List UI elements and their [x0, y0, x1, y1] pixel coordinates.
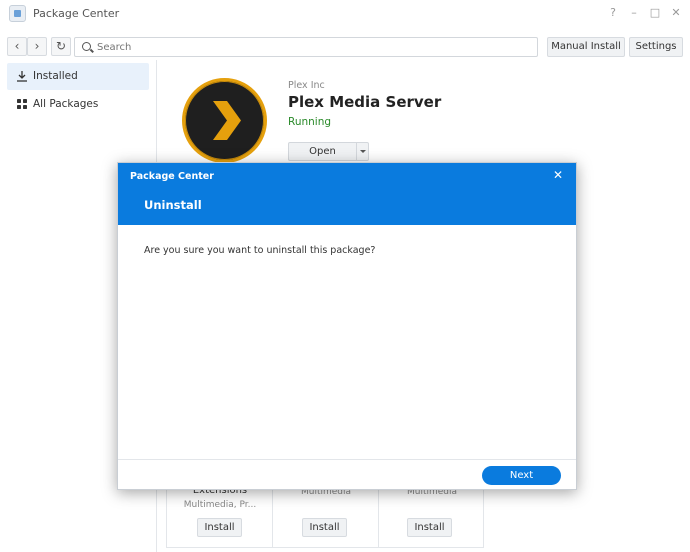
uninstall-dialog: Package Center ✕ Uninstall Are you sure … [117, 162, 577, 490]
plex-chevron-icon [213, 101, 241, 140]
install-button[interactable]: Install [302, 518, 347, 537]
sidebar-item-label: All Packages [33, 98, 99, 110]
window-title: Package Center [33, 7, 120, 20]
dialog-message: Are you sure you want to uninstall this … [144, 245, 376, 256]
sidebar-item-label: Installed [33, 70, 78, 82]
minimize-icon[interactable]: – [627, 6, 641, 20]
package-status: Running [288, 116, 332, 128]
package-cards: Extensions Multimedia, Pr... Install Mul… [166, 480, 484, 548]
plex-logo [182, 78, 267, 163]
open-dropdown-button[interactable] [356, 142, 369, 161]
package-card[interactable]: Extensions Multimedia, Pr... Install [167, 480, 273, 548]
dialog-app-name: Package Center [130, 171, 214, 182]
settings-button[interactable]: Settings [629, 37, 683, 57]
sidebar-item-installed[interactable]: Installed [7, 63, 149, 90]
package-name: Plex Media Server [288, 93, 442, 111]
refresh-button[interactable]: ↻ [51, 37, 71, 56]
card-category: Multimedia, Pr... [183, 500, 257, 510]
open-button[interactable]: Open [288, 142, 357, 161]
toolbar: ‹ › ↻ Manual Install Settings [0, 34, 690, 60]
back-button[interactable]: ‹ [7, 37, 27, 56]
help-icon[interactable]: ? [606, 6, 620, 20]
package-center-app-icon [9, 5, 26, 22]
download-icon [17, 71, 27, 82]
grid-icon [17, 99, 27, 109]
sidebar-item-all-packages[interactable]: All Packages [7, 91, 149, 118]
dialog-footer: Next [118, 459, 576, 489]
package-card[interactable]: Multimedia Install [273, 480, 379, 548]
next-button[interactable]: Next [482, 466, 561, 485]
title-bar: Package Center ? – □ ✕ [0, 0, 690, 28]
search-input[interactable] [97, 40, 527, 54]
install-button[interactable]: Install [407, 518, 452, 537]
manual-install-button[interactable]: Manual Install [547, 37, 625, 57]
search-icon [82, 42, 91, 51]
maximize-icon[interactable]: □ [648, 6, 662, 20]
package-card[interactable]: Multimedia Install [379, 480, 485, 548]
install-button[interactable]: Install [197, 518, 242, 537]
dialog-header: Package Center ✕ Uninstall [118, 163, 576, 225]
forward-button[interactable]: › [27, 37, 47, 56]
close-window-icon[interactable]: ✕ [669, 6, 683, 20]
package-publisher: Plex Inc [288, 80, 325, 91]
search-box[interactable] [74, 37, 538, 57]
dialog-title: Uninstall [144, 198, 202, 212]
close-icon[interactable]: ✕ [552, 169, 564, 181]
